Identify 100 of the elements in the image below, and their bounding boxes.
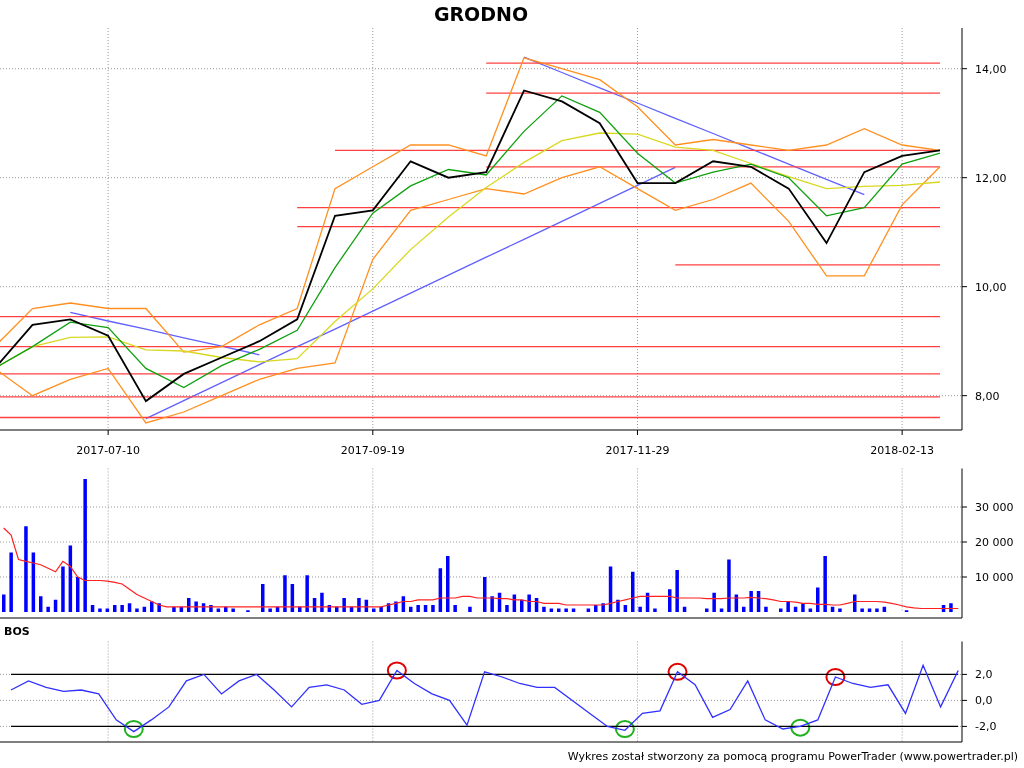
signal-circle bbox=[825, 668, 846, 686]
volume-bar bbox=[764, 606, 768, 612]
volume-bar bbox=[201, 603, 206, 612]
volume-bar bbox=[549, 608, 554, 612]
signal-circle bbox=[790, 718, 811, 737]
volume-bar bbox=[416, 605, 420, 612]
volume-bar bbox=[520, 599, 524, 612]
volume-bar bbox=[571, 608, 576, 612]
volume-bar bbox=[468, 606, 472, 612]
volume-bar bbox=[31, 552, 36, 612]
volume-bar bbox=[105, 608, 110, 612]
volume-bar bbox=[113, 605, 117, 612]
volume-bar bbox=[2, 594, 6, 612]
volume-bar bbox=[756, 591, 761, 612]
volume-bar bbox=[801, 603, 805, 612]
volume-bar bbox=[586, 608, 591, 612]
volume-bar bbox=[327, 605, 332, 612]
volume-bar bbox=[505, 605, 509, 612]
axis-tick-label: 14,00 bbox=[975, 62, 1007, 76]
axis-tick-label: 0,0 bbox=[975, 694, 993, 708]
signal-circle bbox=[386, 661, 407, 680]
date-axis-label: 2017-07-10 bbox=[76, 444, 141, 457]
axis-tick-label: 12,00 bbox=[975, 171, 1007, 185]
date-axis-label: 2017-09-19 bbox=[340, 444, 405, 457]
volume-bar bbox=[616, 599, 620, 612]
volume-bar bbox=[335, 606, 339, 612]
volume-bar bbox=[638, 606, 642, 612]
volume-bar bbox=[749, 591, 753, 612]
volume-bar bbox=[941, 605, 946, 612]
volume-bar bbox=[379, 606, 383, 612]
volume-bar bbox=[231, 608, 235, 612]
volume-bar bbox=[179, 606, 184, 612]
volume-bar bbox=[631, 571, 635, 612]
volume-bar bbox=[534, 598, 539, 612]
footer-credit: Wykres został stworzony za pomocą programu PowerTrader (www.powertrader.pl) bbox=[567, 750, 1018, 763]
volume-bar bbox=[438, 568, 443, 612]
volume-bar bbox=[209, 605, 213, 612]
volume-bar bbox=[261, 584, 265, 612]
volume-bar bbox=[564, 608, 568, 612]
volume-bar bbox=[46, 606, 50, 612]
volume-bar bbox=[298, 606, 302, 612]
volume-bar bbox=[497, 592, 502, 612]
volume-bar bbox=[601, 603, 605, 612]
volume-bar bbox=[90, 605, 95, 612]
volume-bar bbox=[39, 596, 43, 612]
chart-title: GRODNO bbox=[432, 3, 530, 25]
volume-bar bbox=[875, 608, 879, 612]
signal-circle bbox=[123, 720, 144, 738]
volume-bar bbox=[594, 605, 598, 612]
volume-bar bbox=[823, 556, 827, 612]
volume-bar bbox=[127, 603, 132, 612]
volume-bar bbox=[76, 577, 80, 612]
volume-bar bbox=[668, 589, 672, 612]
volume-bar bbox=[830, 606, 835, 612]
volume-bar bbox=[867, 608, 872, 612]
date-axis-label: 2017-11-29 bbox=[605, 444, 670, 457]
volume-bar bbox=[882, 606, 887, 612]
axis-tick-label: 8,00 bbox=[975, 389, 1000, 403]
volume-bar bbox=[682, 606, 687, 612]
volume-bar bbox=[734, 594, 739, 612]
signal-circle bbox=[667, 662, 688, 681]
volume-bar bbox=[949, 603, 953, 612]
volume-bar bbox=[305, 575, 309, 612]
axis-tick-label: 20 000 bbox=[975, 536, 1014, 549]
volume-bar bbox=[357, 598, 361, 612]
volume-bar bbox=[142, 606, 147, 612]
volume-bar bbox=[386, 603, 391, 612]
volume-bar bbox=[283, 575, 287, 612]
volume-bar bbox=[808, 608, 813, 612]
volume-bar bbox=[446, 556, 450, 612]
volume-bar bbox=[779, 608, 783, 612]
volume-bar bbox=[645, 592, 650, 612]
volume-bar bbox=[727, 559, 731, 612]
volume-bar bbox=[838, 608, 842, 612]
volume-bar bbox=[401, 596, 406, 612]
volume-bar bbox=[423, 605, 428, 612]
volume-bar bbox=[53, 599, 58, 612]
volume-bar bbox=[372, 608, 376, 612]
volume-bar bbox=[364, 599, 369, 612]
axis-tick-label: 2,0 bbox=[975, 668, 993, 682]
volume-bar bbox=[320, 592, 324, 612]
signal-circle bbox=[614, 720, 635, 738]
volume-bar bbox=[653, 608, 657, 612]
volume-bar bbox=[157, 603, 161, 612]
volume-bar bbox=[490, 596, 494, 612]
volume-bar bbox=[527, 594, 531, 612]
volume-bar bbox=[742, 606, 746, 612]
volume-bar bbox=[409, 606, 413, 612]
volume-bar bbox=[542, 606, 546, 612]
volume-bar bbox=[224, 606, 228, 612]
volume-bar bbox=[349, 606, 354, 612]
axis-tick-label: 10 000 bbox=[975, 571, 1014, 584]
volume-bar bbox=[172, 606, 176, 612]
volume-bar bbox=[187, 598, 191, 612]
volume-bar bbox=[816, 587, 820, 612]
volume-bar bbox=[793, 606, 798, 612]
volume-bar bbox=[675, 570, 679, 612]
volume-bar bbox=[786, 601, 790, 612]
volume-bar bbox=[719, 608, 724, 612]
date-axis-label: 2018-02-13 bbox=[870, 444, 935, 457]
